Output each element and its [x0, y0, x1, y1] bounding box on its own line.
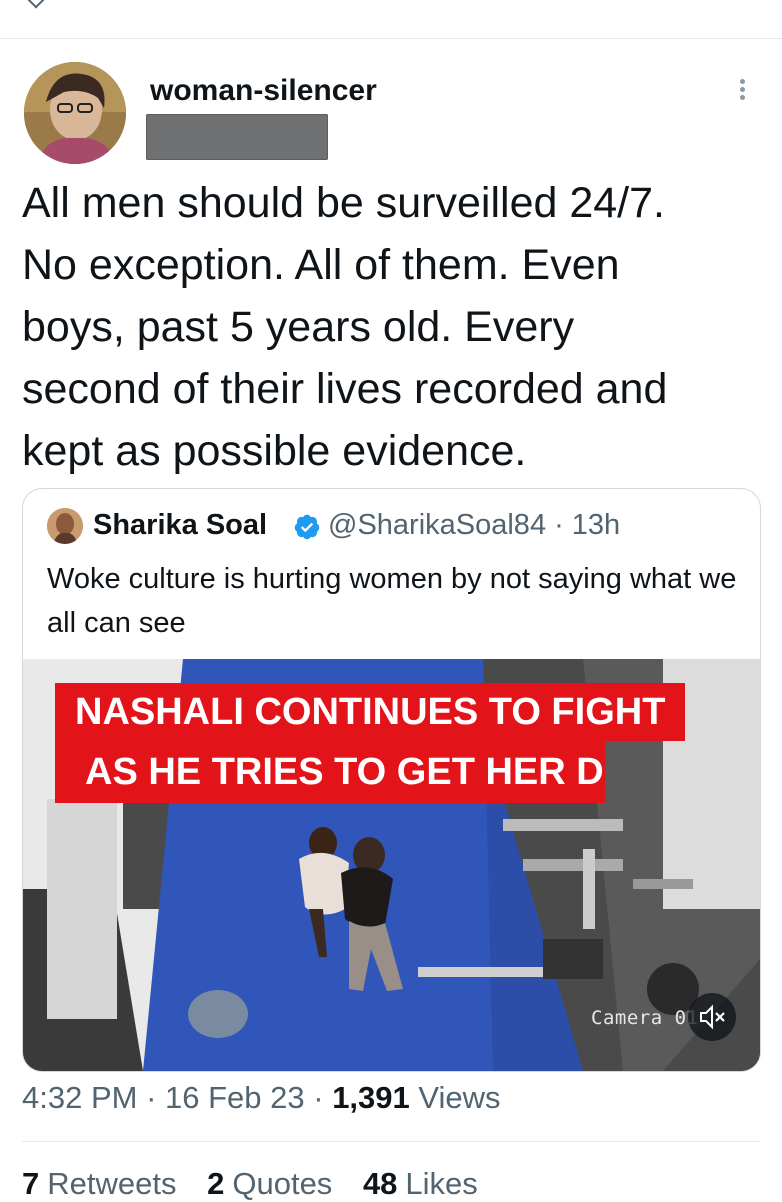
verified-badge-icon: [293, 513, 321, 541]
quotes-label: Quotes: [232, 1166, 333, 1201]
divider: [22, 1141, 760, 1142]
quotes-stat[interactable]: 2 Quotes: [207, 1166, 332, 1201]
tweet-time[interactable]: 4:32 PM: [22, 1080, 137, 1115]
headline-line-2: AS HE TRIES TO GET HER D: [55, 741, 605, 803]
quote-avatar[interactable]: [47, 508, 83, 544]
chevron-icon[interactable]: [27, 0, 45, 9]
quoted-tweet[interactable]: Sharika Soal @SharikaSoal84 · 13h Woke cul…: [22, 488, 761, 1072]
retweets-count: 7: [22, 1166, 40, 1201]
likes-stat[interactable]: 48 Likes: [363, 1166, 478, 1201]
tweet-meta: 4:32 PM · 16 Feb 23 · 1,391 Views: [22, 1080, 501, 1116]
retweets-stat[interactable]: 7 Retweets: [22, 1166, 176, 1201]
engagement-stats: 7 Retweets 2 Quotes 48 Likes: [22, 1166, 500, 1202]
tweet-text: All men should be surveilled 24/7. No ex…: [22, 179, 668, 475]
more-options-icon[interactable]: [728, 76, 756, 110]
separator-dot: ·: [313, 1080, 333, 1115]
quote-handle[interactable]: @SharikaSoal84 · 13h: [328, 509, 628, 542]
separator-dot: ·: [554, 509, 564, 541]
quote-author-name[interactable]: Sharika Soal: [93, 509, 267, 542]
mute-icon[interactable]: [688, 993, 736, 1041]
separator-dot: ·: [146, 1080, 166, 1115]
views-label: Views: [418, 1080, 501, 1115]
quote-media-video[interactable]: NASHALI CONTINUES TO FIGHT AS HE TRIES T…: [23, 659, 760, 1071]
likes-label: Likes: [405, 1166, 478, 1201]
retweets-label: Retweets: [47, 1166, 177, 1201]
username[interactable]: woman-silencer: [150, 74, 377, 108]
views-count: 1,391: [332, 1080, 410, 1115]
camera-label: Camera 01: [591, 1007, 699, 1029]
avatar[interactable]: [24, 62, 126, 164]
tweet-date[interactable]: 16 Feb 23: [165, 1080, 305, 1115]
quote-age: 13h: [571, 509, 621, 541]
likes-count: 48: [362, 1166, 398, 1201]
redacted-handle: [146, 114, 328, 160]
quote-text: Woke culture is hurting women by not say…: [47, 563, 737, 639]
top-bar: [0, 0, 782, 39]
headline-line-1: NASHALI CONTINUES TO FIGHT: [55, 683, 685, 741]
quote-handle-text[interactable]: @SharikaSoal84: [328, 509, 546, 541]
quotes-count: 2: [207, 1166, 225, 1201]
